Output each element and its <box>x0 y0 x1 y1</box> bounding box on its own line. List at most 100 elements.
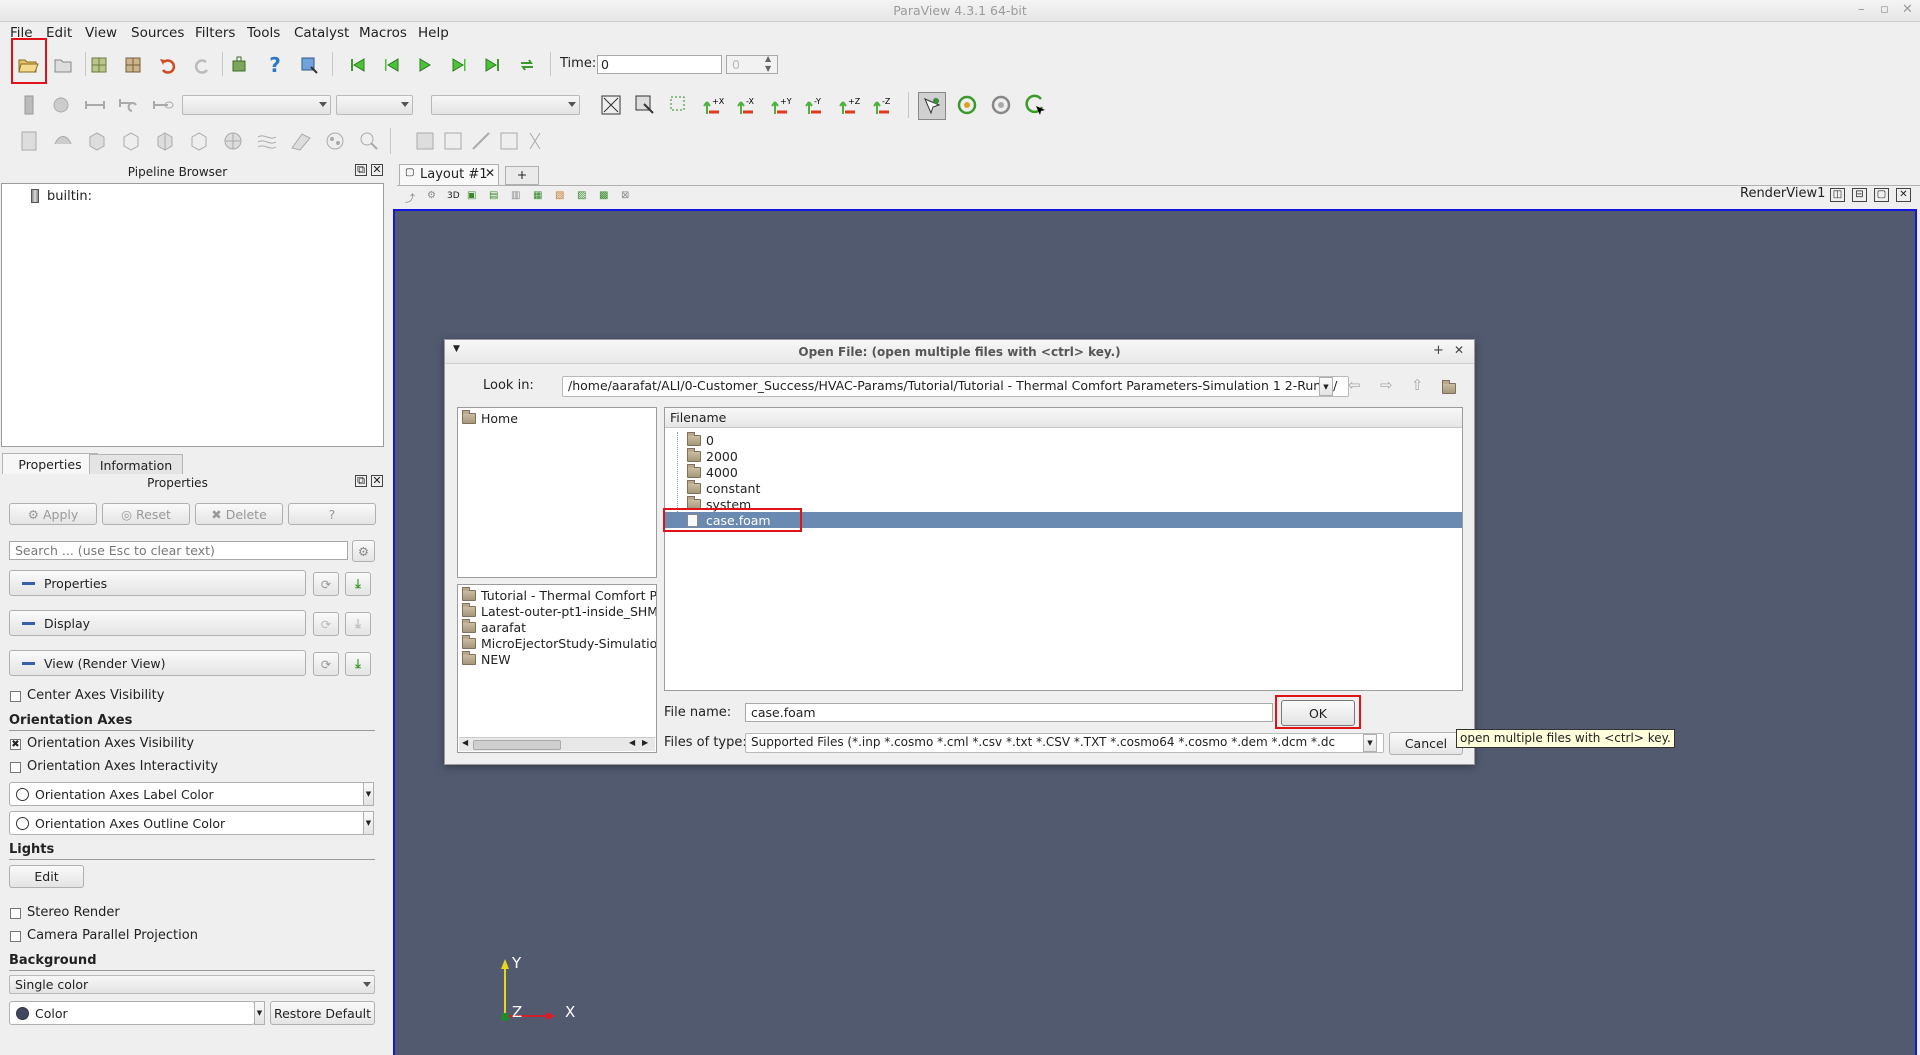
files-of-type-dropdown[interactable]: ▼ <box>1363 734 1377 752</box>
edit-lights-button[interactable]: Edit <box>9 865 84 888</box>
extract-selection-button[interactable] <box>412 128 438 154</box>
split-horizontal-icon[interactable]: ◫ <box>1830 188 1845 202</box>
clip-button[interactable] <box>84 128 110 154</box>
zoom-box-button[interactable] <box>666 92 692 118</box>
file-row[interactable]: constant <box>687 480 760 496</box>
menu-view[interactable]: View <box>85 25 117 41</box>
file-name-input[interactable]: case.foam <box>745 703 1273 722</box>
orientation-axes-visibility-checkbox[interactable]: ✖ <box>10 739 21 750</box>
last-frame-button[interactable] <box>479 52 505 78</box>
rescale-custom-button[interactable] <box>116 92 142 118</box>
loop-button[interactable] <box>514 52 540 78</box>
label-color-dropdown[interactable]: ▼ <box>363 782 374 806</box>
horizontal-scrollbar[interactable]: ◀ ◀ ▶ <box>459 737 655 751</box>
section-view[interactable]: View (Render View) <box>9 650 306 676</box>
back-arrow-icon[interactable]: ⇦ <box>1348 376 1361 394</box>
menu-macros[interactable]: Macros <box>359 25 407 41</box>
maximize-view-icon[interactable]: ▢ <box>1874 188 1889 202</box>
group-datasets-button[interactable] <box>322 128 348 154</box>
file-row[interactable]: 2000 <box>687 448 738 464</box>
files-of-type-combo[interactable]: Supported Files (*.inp *.cosmo *.cml *.c… <box>745 733 1384 753</box>
view-save-default-button[interactable]: ⤓ <box>345 652 371 676</box>
stereo-render-checkbox[interactable] <box>10 908 21 919</box>
forward-arrow-icon[interactable]: ⇨ <box>1380 376 1393 394</box>
parallel-projection-checkbox[interactable] <box>10 931 21 942</box>
tab-information[interactable]: Information <box>89 454 183 474</box>
properties-save-default-button[interactable]: ⤓ <box>345 572 371 596</box>
mode-3d-toggle[interactable]: 3D <box>447 191 460 201</box>
pipeline-tree[interactable]: builtin: <box>1 183 384 447</box>
properties-close-icon[interactable]: ✕ <box>371 475 383 487</box>
scroll-left-icon[interactable]: ◀ <box>462 738 468 747</box>
threshold-button[interactable] <box>152 128 178 154</box>
recent-files-button[interactable] <box>50 52 76 78</box>
extract-level-button[interactable] <box>356 128 382 154</box>
rescale-visible-button[interactable] <box>150 92 176 118</box>
previous-frame-button[interactable] <box>379 52 405 78</box>
view-plus-x-button[interactable]: +X <box>700 92 726 118</box>
rotate-orient-button[interactable] <box>1022 92 1048 118</box>
first-frame-button[interactable] <box>345 52 371 78</box>
split-vertical-icon[interactable]: ⊟ <box>1852 188 1867 202</box>
delete-button[interactable]: ✖ Delete <box>195 503 283 525</box>
parent-dir-icon[interactable]: ⇧ <box>1411 376 1424 394</box>
recent-dir-item[interactable]: aarafat <box>462 619 526 635</box>
component-combo[interactable] <box>336 95 413 115</box>
file-list[interactable]: Filename 0 2000 4000 constant system cas… <box>663 407 1463 691</box>
tab-layout-1[interactable]: ▢ Layout #1 ✕ <box>399 164 499 185</box>
split-icon[interactable]: ⤴ <box>405 190 415 205</box>
plot-selection-button[interactable] <box>440 128 466 154</box>
rotate-minus-90-button[interactable] <box>988 92 1014 118</box>
tab-properties[interactable]: Properties <box>2 453 98 474</box>
dialog-maximize-icon[interactable]: + <box>1433 343 1444 358</box>
view-minus-x-button[interactable]: -X <box>734 92 760 118</box>
plot-over-line-button[interactable] <box>468 128 494 154</box>
scrollbar-thumb[interactable] <box>473 740 561 750</box>
save-state-button[interactable] <box>120 52 146 78</box>
recent-dirs-list[interactable]: Tutorial - Thermal Comfort Pa Latest-out… <box>457 584 657 753</box>
clear-selection-icon[interactable]: ⊠ <box>621 190 629 201</box>
warp-by-vector-button[interactable] <box>288 128 314 154</box>
advanced-toggle-button[interactable]: ⚙ <box>352 540 375 562</box>
outline-color-dropdown[interactable]: ▼ <box>363 811 374 835</box>
close-view-icon[interactable]: ✕ <box>1896 188 1911 202</box>
load-state-button[interactable] <box>86 52 112 78</box>
file-row[interactable]: 4000 <box>687 464 738 480</box>
help-properties-button[interactable]: ? <box>288 503 376 525</box>
interaction-mode-button[interactable] <box>918 92 946 120</box>
display-refresh-button[interactable]: ⟳ <box>313 612 339 636</box>
look-in-dropdown[interactable]: ▼ <box>1319 377 1333 396</box>
recent-dir-item[interactable]: MicroEjectorStudy-Simulatio <box>462 635 656 651</box>
recent-dir-item[interactable]: Latest-outer-pt1-inside_SHM- <box>462 603 656 619</box>
menu-help[interactable]: Help <box>418 25 449 41</box>
help-button[interactable]: ? <box>262 52 288 78</box>
background-mode-combo[interactable]: Single color <box>9 975 375 994</box>
orientation-axes-interactivity-checkbox[interactable] <box>10 762 21 773</box>
select-points-icon[interactable]: ▤ <box>489 190 498 201</box>
camera-icon[interactable]: ⚙ <box>427 190 436 201</box>
recent-dir-item[interactable]: Tutorial - Thermal Comfort Pa <box>462 587 656 603</box>
view-plus-y-button[interactable]: +Y <box>768 92 794 118</box>
color-legend-button[interactable] <box>16 92 42 118</box>
apply-button[interactable]: ⚙ Apply <box>9 503 97 525</box>
column-header-filename[interactable]: Filename <box>665 408 1462 428</box>
close-window-icon[interactable]: ✕ <box>1902 2 1913 17</box>
pipeline-root[interactable]: builtin: <box>47 189 92 204</box>
undo-button[interactable] <box>155 52 181 78</box>
select-block-icon[interactable]: ▦ <box>533 190 542 201</box>
scroll-left-icon-2[interactable]: ◀ <box>629 738 635 747</box>
play-button[interactable] <box>412 52 438 78</box>
interactive-select-icon[interactable]: ▧ <box>555 190 564 201</box>
recent-dir-item[interactable]: NEW <box>462 651 511 667</box>
spin-up-icon[interactable]: ▲ <box>765 54 771 63</box>
display-save-default-button[interactable]: ⤓ <box>345 612 371 636</box>
glyph-button[interactable] <box>220 128 246 154</box>
next-frame-button[interactable] <box>446 52 472 78</box>
properties-refresh-button[interactable]: ⟳ <box>313 572 339 596</box>
undock-icon[interactable]: ⧉ <box>355 164 367 176</box>
select-cells-icon[interactable]: ▣ <box>467 190 476 201</box>
connect-button[interactable] <box>226 52 252 78</box>
python-calculator-button[interactable] <box>522 128 548 154</box>
contour-button[interactable] <box>50 128 76 154</box>
array-combo[interactable] <box>182 95 331 115</box>
